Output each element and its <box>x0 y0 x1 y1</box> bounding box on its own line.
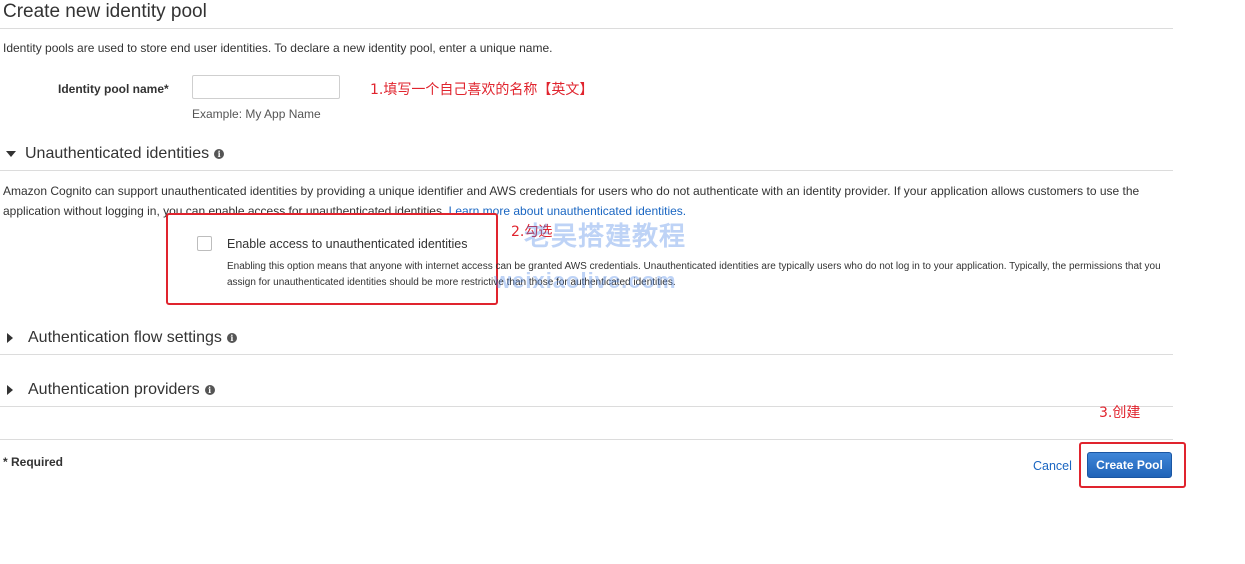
info-icon[interactable]: i <box>226 333 237 343</box>
auth-flow-divider <box>0 354 1173 355</box>
section-unauth-toggle[interactable]: Unauthenticated identities i <box>5 145 225 163</box>
caret-right-icon <box>7 333 13 343</box>
pool-name-hint: Example: My App Name <box>192 107 321 121</box>
cancel-link[interactable]: Cancel <box>1033 459 1072 473</box>
auth-providers-divider <box>0 406 1173 407</box>
section-auth-flow-toggle[interactable]: Authentication flow settings i <box>5 329 237 347</box>
pool-name-input[interactable] <box>192 75 340 99</box>
section-unauth-title: Unauthenticated identities <box>25 145 210 162</box>
unauth-divider <box>0 170 1173 171</box>
annotation-step3: 3.创建 <box>1099 405 1141 421</box>
enable-unauth-checkbox[interactable] <box>197 236 212 251</box>
enable-unauth-description: Enabling this option means that anyone w… <box>227 261 1161 288</box>
annotation-step2: 2.勾选 <box>511 224 553 240</box>
enable-unauth-label[interactable]: Enable access to unauthenticated identit… <box>227 237 467 251</box>
caret-right-icon <box>7 385 13 395</box>
info-icon[interactable]: i <box>204 385 215 395</box>
page-title: Create new identity pool <box>3 1 207 22</box>
section-auth-flow-title: Authentication flow settings <box>28 329 222 346</box>
title-divider <box>0 28 1173 29</box>
footer-divider <box>0 439 1173 440</box>
section-auth-providers-toggle[interactable]: Authentication providers i <box>5 381 215 399</box>
info-icon[interactable]: i <box>214 149 225 159</box>
section-auth-providers-title: Authentication providers <box>28 381 200 398</box>
annotation-step1: 1.填写一个自己喜欢的名称【英文】 <box>370 82 594 98</box>
page-intro: Identity pools are used to store end use… <box>3 41 553 55</box>
create-pool-button[interactable]: Create Pool <box>1087 452 1172 478</box>
required-note: * Required <box>3 455 64 469</box>
caret-down-icon <box>6 151 16 157</box>
pool-name-label: Identity pool name* <box>58 82 169 96</box>
